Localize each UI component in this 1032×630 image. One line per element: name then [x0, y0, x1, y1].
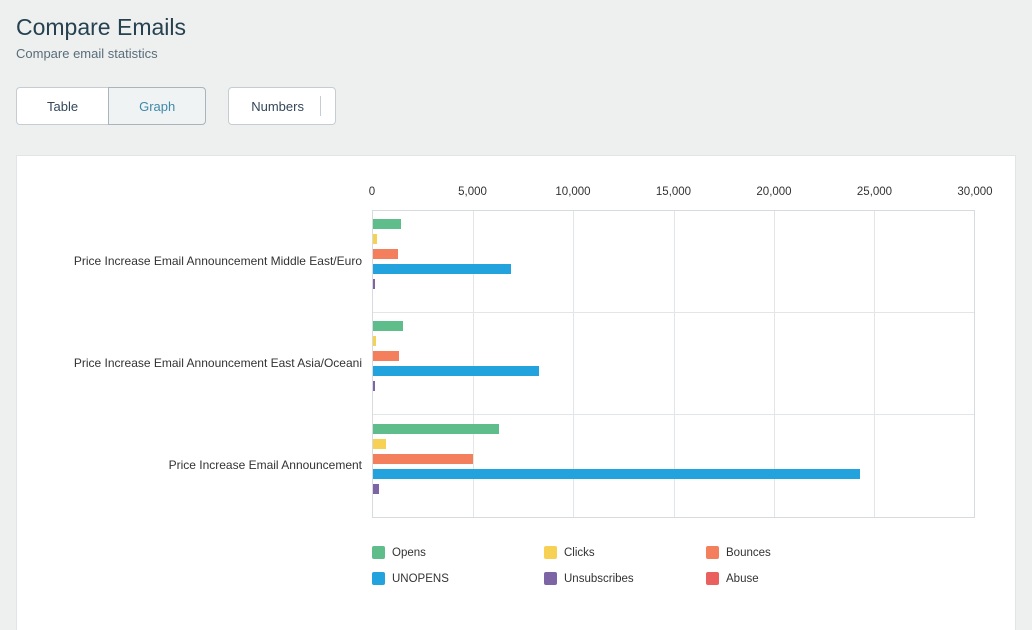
legend-item-bounces: Bounces	[706, 546, 868, 559]
bar-clicks	[373, 439, 386, 449]
legend-swatch-abuse	[706, 572, 719, 585]
legend-swatch-opens	[372, 546, 385, 559]
legend-swatch-bounces	[706, 546, 719, 559]
x-tick-label: 30,000	[957, 186, 992, 198]
x-tick-label: 5,000	[458, 186, 487, 198]
numbers-button-divider	[320, 96, 321, 116]
legend-item-clicks: Clicks	[544, 546, 706, 559]
y-axis-labels: Price Increase Email Announcement Middle…	[41, 210, 372, 518]
x-tick-label: 10,000	[555, 186, 590, 198]
compare-emails-page: Compare Emails Compare email statistics …	[0, 0, 1032, 630]
legend-item-abuse: Abuse	[706, 572, 868, 585]
page-title: Compare Emails	[16, 14, 1016, 41]
bar-unsubscribes	[373, 381, 375, 391]
category-row	[373, 211, 974, 313]
table-tab-button[interactable]: Table	[16, 87, 108, 125]
axis-spacer	[41, 186, 372, 210]
chart-legend: Opens Clicks Bounces UNOPENS Unsubscribes Abu…	[372, 546, 975, 585]
legend-item-unsubscribes: Unsubscribes	[544, 572, 706, 585]
x-tick-label: 20,000	[756, 186, 791, 198]
bar-opens	[373, 219, 401, 229]
bar-clicks	[373, 234, 377, 244]
bar-bounces	[373, 249, 398, 259]
x-tick-label: 25,000	[857, 186, 892, 198]
legend-swatch-clicks	[544, 546, 557, 559]
x-tick-label: 15,000	[656, 186, 691, 198]
legend-swatch-unopens	[372, 572, 385, 585]
view-toolbar: Table Graph Numbers	[16, 87, 1016, 125]
page-header: Compare Emails Compare email statistics	[16, 14, 1016, 61]
view-toggle-group: Table Graph	[16, 87, 206, 125]
legend-item-unopens: UNOPENS	[372, 572, 544, 585]
x-axis: 05,00010,00015,00020,00025,00030,000	[372, 186, 975, 210]
legend-label: Unsubscribes	[564, 573, 634, 585]
category-row	[373, 313, 974, 415]
bar-bounces	[373, 351, 399, 361]
legend-label: Clicks	[564, 547, 595, 559]
bar-opens	[373, 424, 499, 434]
x-tick-label: 0	[369, 186, 375, 198]
legend-swatch-unsubscribes	[544, 572, 557, 585]
legend-label: UNOPENS	[392, 573, 449, 585]
legend-label: Opens	[392, 547, 426, 559]
legend-item-opens: Opens	[372, 546, 544, 559]
numbers-button[interactable]: Numbers	[228, 87, 336, 125]
bar-clicks	[373, 336, 376, 346]
legend-spacer	[41, 518, 372, 585]
category-label: Price Increase Email Announcement East A…	[41, 312, 372, 414]
graph-tab-button[interactable]: Graph	[108, 87, 206, 125]
compare-emails-chart: 05,00010,00015,00020,00025,00030,000 Pri…	[41, 186, 975, 585]
category-row	[373, 415, 974, 517]
bar-unopens	[373, 366, 539, 376]
page-subtitle: Compare email statistics	[16, 46, 1016, 61]
bar-unsubscribes	[373, 279, 375, 289]
bar-unopens	[373, 264, 511, 274]
bar-opens	[373, 321, 403, 331]
legend-label: Bounces	[726, 547, 771, 559]
legend-label: Abuse	[726, 573, 759, 585]
bar-bounces	[373, 454, 473, 464]
category-label: Price Increase Email Announcement Middle…	[41, 210, 372, 312]
chart-card: 0 5,000 10,000 15,000 20,000 25,000 30,000 Pri…	[16, 155, 1016, 630]
numbers-button-label: Numbers	[251, 99, 304, 114]
category-label: Price Increase Email Announcement	[41, 414, 372, 516]
plot-area	[372, 210, 975, 518]
bar-unopens	[373, 469, 860, 479]
bar-unsubscribes	[373, 484, 379, 494]
